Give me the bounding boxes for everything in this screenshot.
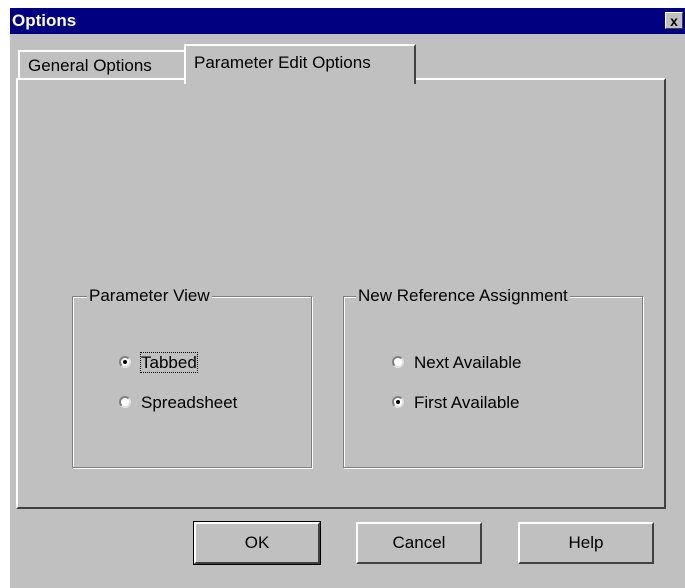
radio-label: First Available (414, 393, 520, 412)
ok-button[interactable]: OK (194, 522, 320, 564)
radio-checked-icon[interactable] (392, 396, 404, 408)
tab-parameter-edit-options[interactable]: Parameter Edit Options (184, 44, 416, 84)
title-bar: Options x (10, 8, 685, 34)
radio-label: Tabbed (140, 352, 198, 373)
radio-label: Next Available (414, 353, 522, 372)
close-icon: x (670, 13, 678, 29)
window-title: Options (12, 11, 77, 30)
close-button[interactable]: x (665, 12, 683, 29)
help-button[interactable]: Help (518, 522, 654, 564)
cancel-button[interactable]: Cancel (356, 522, 482, 564)
tab-general-options[interactable]: General Options (18, 50, 186, 80)
group-title: Parameter View (87, 286, 212, 306)
tab-panel: Parameter View Tabbed Spreadsheet New Re… (16, 78, 666, 509)
radio-unchecked-icon[interactable] (392, 356, 404, 368)
radio-unchecked-icon[interactable] (119, 396, 131, 408)
group-title: New Reference Assignment (356, 286, 570, 306)
parameter-view-group: Parameter View Tabbed Spreadsheet (72, 286, 312, 468)
radio-checked-icon[interactable] (119, 356, 131, 368)
tab-label: General Options (28, 56, 152, 75)
new-reference-assignment-group: New Reference Assignment Next Available … (343, 286, 643, 468)
radio-label: Spreadsheet (141, 393, 238, 412)
tab-label: Parameter Edit Options (194, 53, 371, 72)
